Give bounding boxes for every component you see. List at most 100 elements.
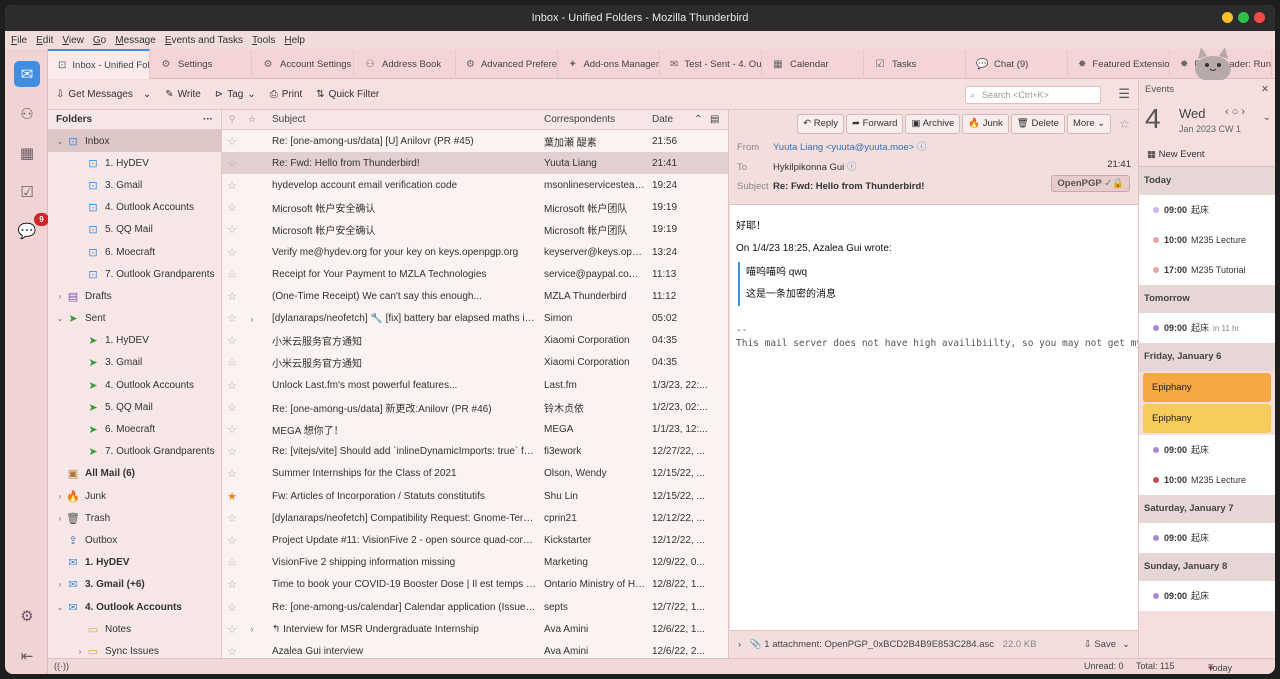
forward-button[interactable]: ➦ Forward [846,114,904,134]
star-icon[interactable]: ☆ [222,157,242,170]
menu-help[interactable]: Help [284,35,305,46]
address-book-space-button[interactable]: ⚇ [14,101,40,127]
message-row[interactable]: ★ Fw: Articles of Incorporation / Statuts… [222,485,728,507]
menu-message[interactable]: Message [115,35,156,46]
folder-item[interactable]: ⊡ 7. Outlook Grandparents [48,263,221,285]
tab-0[interactable]: ⊡ Inbox - Unified Folders [48,49,150,79]
message-row[interactable]: ☆ Project Update #11: VisionFive 2 - open… [222,529,728,551]
allday-event[interactable]: Epiphany [1143,373,1271,402]
agenda-event[interactable]: 09:00 起床 in 11 hr. [1139,313,1275,343]
folder-item[interactable]: ⌄ ✉ 4. Outlook Accounts [48,596,221,618]
save-attachment-button[interactable]: ⇩ Save [1084,631,1116,658]
print-button[interactable]: ⎙ Print [270,89,303,100]
star-icon[interactable]: ☆ [222,312,242,325]
quick-filter-button[interactable]: ⇅ Quick Filter [316,89,379,100]
star-icon[interactable]: ☆ [222,334,242,347]
message-row[interactable]: ☆ Re: [one-among-us/data] [U] Anilovr (PR… [222,130,728,152]
collapse-spaces-button[interactable]: ⇤ [14,643,40,669]
agenda-event[interactable]: 09:00 起床 [1139,195,1275,225]
delete-button[interactable]: 🗑 Delete [1010,114,1065,134]
chevron-down-icon[interactable]: ⌄ [54,314,66,323]
search-input[interactable]: ⌕ Search <Ctrl+K> [965,86,1101,104]
chevron-right-icon[interactable]: › [54,292,66,301]
star-icon[interactable]: ☆ [222,534,242,547]
message-row[interactable]: ☆ 小米云服务官方通知 Xiaomi Corporation 04:35 [222,352,728,374]
message-row[interactable]: ☆ Verify me@hydev.org for your key on key… [222,241,728,263]
folder-item[interactable]: › ▭ Sync Issues [48,640,221,658]
message-row[interactable]: ☆ Microsoft 帐户安全确认 Microsoft 帐户团队 19:19 [222,197,728,219]
chevron-right-icon[interactable]: › [74,647,86,656]
star-icon[interactable]: ★ [222,490,242,503]
star-icon[interactable]: ☆ [222,135,242,148]
star-icon[interactable]: ☆ [1119,114,1130,134]
menu-tools[interactable]: Tools [252,35,275,46]
star-icon[interactable]: ☆ [222,246,242,259]
thread-toggle-icon[interactable]: › [242,314,262,324]
folder-item[interactable]: ➤ 6. Moecraft [48,418,221,440]
reply-button[interactable]: ↶ Reply [797,114,845,134]
folder-item[interactable]: ➤ 3. Gmail [48,352,221,374]
star-icon[interactable]: ☆ [222,445,242,458]
menu-file[interactable]: File [11,35,27,46]
column-picker-icon[interactable]: ▤ [710,114,719,125]
chevron-down-icon[interactable]: ⌄ [54,603,66,612]
close-button[interactable] [1254,12,1265,23]
agenda-event[interactable]: 17:00 M235 Tutorial [1139,255,1275,285]
tab-2[interactable]: ⚙ Account Settings [252,49,354,79]
message-row[interactable]: ☆ Re: [one-among-us/data] 新更改:Anilovr (PR… [222,396,728,418]
menu-view[interactable]: View [62,35,84,46]
star-column-icon[interactable]: ☆ [242,114,262,125]
chevron-down-icon[interactable]: ⌄ [143,89,151,100]
folder-item[interactable]: › ✉ 3. Gmail (+6) [48,574,221,596]
folder-item[interactable]: › 🔥 Junk [48,485,221,507]
tab-6[interactable]: ✉ Test - Sent - 4. Outlook [660,49,762,79]
folder-item[interactable]: ⊡ 6. Moecraft [48,241,221,263]
message-row[interactable]: ☆ Time to book your COVID-19 Booster Dose… [222,574,728,596]
star-icon[interactable]: ☆ [222,623,242,636]
correspondents-column-header[interactable]: Correspondents [544,114,652,125]
folder-item[interactable]: ⌄ ⊡ Inbox [48,130,221,153]
message-row[interactable]: ☆ VisionFive 2 shipping information missi… [222,552,728,574]
star-icon[interactable]: ☆ [222,512,242,525]
message-row[interactable]: ☆ Re: [vitejs/vite] Should add `inlineDyn… [222,441,728,463]
junk-button[interactable]: 🔥 Junk [962,114,1009,134]
today-pane-toggle[interactable]: ♥ Today Pane ⌄ [1208,661,1232,674]
star-icon[interactable]: ☆ [222,290,242,303]
message-row[interactable]: ☆ [dylanaraps/neofetch] Compatibility Req… [222,507,728,529]
menu-events-and-tasks[interactable]: Events and Tasks [165,35,243,46]
message-row[interactable]: ☆ 小米云服务官方通知 Xiaomi Corporation 04:35 [222,330,728,352]
message-row[interactable]: ☆ Summer Internships for the Class of 202… [222,463,728,485]
folder-item[interactable]: ⇪ Outbox [48,529,221,551]
chevron-down-icon[interactable]: ⌄ [54,137,66,146]
agenda-event[interactable]: 09:00 起床 [1139,435,1275,465]
folder-item[interactable]: ➤ 5. QQ Mail [48,396,221,418]
get-messages-button[interactable]: ⇩ Get Messages ⌄ [56,89,151,100]
folder-item[interactable]: ▭ Notes [48,618,221,640]
archive-button[interactable]: ▣ Archive [905,114,961,134]
star-icon[interactable]: ☆ [222,401,242,414]
folder-item[interactable]: ⊡ 5. QQ Mail [48,219,221,241]
chevron-down-icon[interactable]: ⌄ [1263,112,1271,123]
tasks-space-button[interactable]: ☑ [14,179,40,205]
message-row[interactable]: ☆ Re: Fwd: Hello from Thunderbird! Yuuta L… [222,152,728,175]
menu-edit[interactable]: Edit [36,35,53,46]
folder-item[interactable]: ⊡ 4. Outlook Accounts [48,197,221,219]
tab-10[interactable]: ✸ Featured Extensions [1068,49,1170,79]
folder-item[interactable]: ⌄ ➤ Sent [48,308,221,330]
star-icon[interactable]: ☆ [222,645,242,658]
app-menu-button[interactable]: ☰ [1118,86,1130,102]
subject-column-header[interactable]: Subject [262,114,544,125]
message-row[interactable]: ☆ Receipt for Your Payment to MZLA Techno… [222,263,728,285]
folder-item[interactable]: ✉ 1. HyDEV [48,552,221,574]
chevron-right-icon[interactable]: › [54,492,66,501]
chevron-right-icon[interactable]: › [738,639,741,650]
tab-1[interactable]: ⚙ Settings [150,49,252,79]
thread-toggle-icon[interactable]: › [242,624,262,634]
folder-item[interactable]: › 🗑 Trash [48,507,221,529]
chat-space-button[interactable]: 💬 9 [14,213,49,244]
thread-column-icon[interactable]: ⚲ [222,114,242,125]
tab-9[interactable]: 💬 Chat (9) [966,49,1068,79]
folder-item[interactable]: ➤ 4. Outlook Accounts [48,374,221,396]
star-icon[interactable]: ☆ [222,179,242,192]
message-row[interactable]: ☆ hydevelop account email verification co… [222,174,728,196]
